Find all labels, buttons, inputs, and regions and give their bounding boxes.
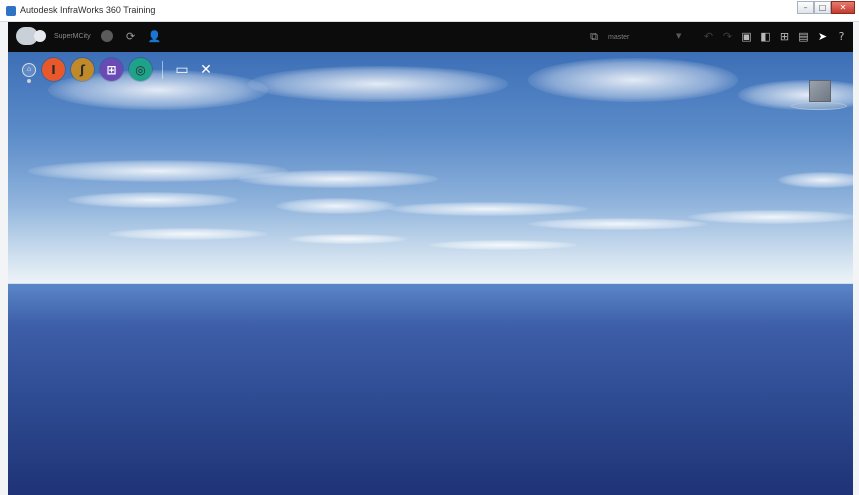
model-properties-icon[interactable]: ▣: [739, 28, 754, 44]
proposal-name: master: [608, 33, 630, 41]
viewcube-cube[interactable]: [809, 80, 831, 102]
layers-panel-icon[interactable]: ◧: [758, 28, 773, 44]
model-name-label[interactable]: SuperMCity: [54, 33, 91, 40]
redo-icon[interactable]: ↷: [720, 28, 735, 44]
app-icon: [6, 6, 16, 16]
close-button[interactable]: ✕: [831, 1, 855, 14]
toolbar-right-group: ↶ ↷ ▣ ◧ ⊞ ▤ ➤ ?: [701, 28, 849, 44]
toolbar-left-group: SuperMCity ⟳ 👤: [16, 27, 163, 45]
presentation-tool-icon[interactable]: ▭: [173, 61, 191, 79]
presentation-icon[interactable]: ▤: [796, 28, 811, 44]
proposal-icon: ⧉: [590, 30, 598, 43]
viewcube[interactable]: [791, 74, 851, 114]
maximize-button[interactable]: □: [814, 1, 831, 14]
proposal-selector[interactable]: ⧉ master: [586, 29, 629, 45]
drainage-icon[interactable]: ◎: [129, 58, 152, 81]
avatar-icon[interactable]: [16, 27, 46, 45]
main-toolbar: SuperMCity ⟳ 👤 ⧉ master ▼ ↶ ↷ ▣ ◧ ⊞ ▤ ➤ …: [8, 22, 853, 52]
help-icon[interactable]: ?: [834, 28, 849, 44]
viewcube-compass-ring[interactable]: [791, 102, 847, 110]
roads-icon[interactable]: ʃ: [71, 58, 94, 81]
app-window: Autodesk InfraWorks 360 Training – □ ✕ S…: [0, 0, 859, 495]
window-title: Autodesk InfraWorks 360 Training: [20, 5, 156, 15]
title-bar: Autodesk InfraWorks 360 Training – □ ✕: [0, 0, 859, 22]
bridges-icon[interactable]: ⊞: [100, 58, 123, 81]
grid-view-icon[interactable]: ⊞: [777, 28, 792, 44]
home-icon[interactable]: ⌂: [22, 62, 36, 83]
build-manage-analyze-icon[interactable]: I: [42, 58, 65, 81]
ocean: [8, 284, 853, 495]
chevron-down-icon[interactable]: ▼: [676, 32, 681, 40]
sync-icon[interactable]: ⟳: [123, 28, 139, 44]
settings-tools-icon[interactable]: ✕: [197, 61, 215, 79]
user-icon[interactable]: 👤: [147, 28, 163, 44]
undo-icon[interactable]: ↶: [701, 28, 716, 44]
record-icon[interactable]: [99, 28, 115, 44]
select-pointer-icon[interactable]: ➤: [815, 28, 830, 44]
tool-divider: [162, 60, 163, 79]
tool-palette: ⌂ I ʃ ⊞ ◎ ▭ ✕: [22, 58, 215, 83]
minimize-button[interactable]: –: [797, 1, 814, 14]
3d-viewport[interactable]: ⌂ I ʃ ⊞ ◎ ▭ ✕: [8, 52, 853, 495]
window-controls: – □ ✕: [797, 1, 855, 14]
sky: [8, 52, 853, 284]
